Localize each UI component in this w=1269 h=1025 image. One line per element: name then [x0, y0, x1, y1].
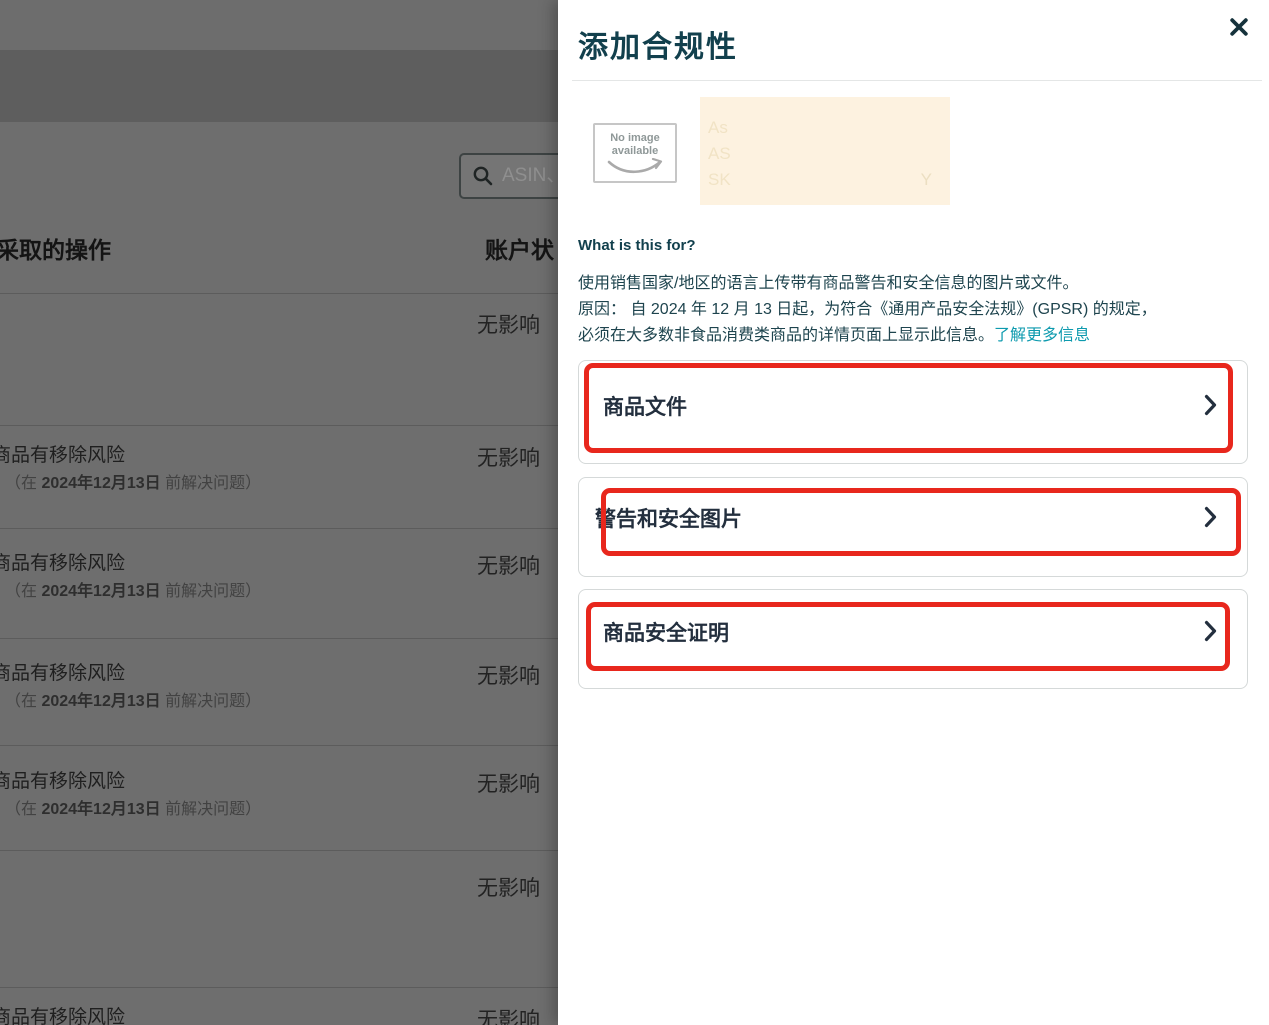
- description-line-2: 原因： 自 2024 年 12 月 13 日起，为符合《通用产品安全法规》(GP…: [578, 297, 1157, 323]
- product-thumbnail-placeholder: No image available: [593, 123, 677, 183]
- risk-title-cell: 商品有移除风险: [0, 440, 125, 467]
- risk-deadline-cell: （在 2024年12月13日 前解决问题）: [5, 469, 261, 493]
- account-impact-cell: 无影响: [477, 660, 540, 690]
- risk-sub-suffix: 前解决问题）: [161, 583, 261, 600]
- page-header-band: [0, 50, 558, 122]
- screenshot-stage: 采取的操作 账户状 无影响 商品有移除风险 （在 2024年12月13日 前解决…: [0, 0, 1269, 1025]
- account-impact-cell: 无影响: [477, 550, 540, 580]
- learn-more-link[interactable]: 了解更多信息: [994, 327, 1090, 344]
- risk-title-cell: 商品有移除风险: [0, 766, 125, 793]
- risk-sub-prefix: （在: [5, 693, 41, 710]
- description-line-3-text: 必须在大多数非食品消费类商品的详情页面上显示此信息。: [578, 327, 994, 344]
- risk-sub-prefix: （在: [5, 801, 41, 818]
- risk-sub-date: 2024年12月13日: [41, 693, 160, 710]
- option-product-documents[interactable]: 商品文件: [578, 360, 1248, 464]
- risk-sub-suffix: 前解决问题）: [161, 693, 261, 710]
- option-product-safety-certification[interactable]: 商品安全证明: [578, 589, 1248, 689]
- close-button[interactable]: [1226, 14, 1252, 40]
- title-divider: [572, 80, 1262, 81]
- risk-sub-prefix: （在: [5, 475, 41, 492]
- drawer-title: 添加合规性: [578, 22, 738, 66]
- risk-title-cell: 商品有移除风险: [0, 548, 125, 575]
- product-info-redacted: As AS SK Y: [700, 97, 950, 205]
- risk-deadline-cell: （在 2024年12月13日 前解决问题）: [5, 795, 261, 819]
- description-line-3: 必须在大多数非食品消费类商品的详情页面上显示此信息。了解更多信息: [578, 323, 1090, 349]
- account-impact-cell: 无影响: [477, 442, 540, 472]
- account-impact-cell: 无影响: [477, 1004, 540, 1025]
- row-divider: [0, 638, 558, 639]
- chevron-right-icon: [1204, 394, 1217, 416]
- account-impact-cell: 无影响: [477, 309, 540, 339]
- risk-sub-date: 2024年12月13日: [41, 583, 160, 600]
- risk-title-cell: 商品有移除风险: [0, 1002, 125, 1025]
- row-divider: [0, 425, 558, 426]
- risk-deadline-cell: （在 2024年12月13日 前解决问题）: [5, 687, 261, 711]
- chevron-right-icon: [1204, 620, 1217, 642]
- option-label: 商品安全证明: [603, 617, 729, 647]
- column-header-status: 账户状: [485, 231, 554, 265]
- option-warning-safety-images[interactable]: 警告和安全图片: [578, 477, 1248, 577]
- risk-sub-date: 2024年12月13日: [41, 801, 160, 818]
- redacted-char: Y: [921, 170, 932, 190]
- risk-sub-date: 2024年12月13日: [41, 475, 160, 492]
- redacted-line: SK: [708, 170, 731, 190]
- risk-sub-suffix: 前解决问题）: [161, 801, 261, 818]
- risk-deadline-cell: （在 2024年12月13日 前解决问题）: [5, 577, 261, 601]
- row-divider: [0, 987, 558, 988]
- row-divider: [0, 293, 558, 294]
- chevron-right-icon: [1204, 506, 1217, 528]
- risk-sub-suffix: 前解决问题）: [161, 475, 261, 492]
- row-divider: [0, 528, 558, 529]
- search-icon: [472, 165, 494, 187]
- risk-title-cell: 商品有移除风险: [0, 658, 125, 685]
- close-icon: [1229, 17, 1249, 37]
- account-impact-cell: 无影响: [477, 768, 540, 798]
- no-image-text: No image: [595, 132, 675, 145]
- redacted-line: AS: [708, 144, 731, 164]
- page-top-strip: [0, 0, 558, 50]
- redacted-line: As: [708, 118, 728, 138]
- description-line-1: 使用销售国家/地区的语言上传带有商品警告和安全信息的图片或文件。: [578, 271, 1078, 297]
- dimmed-background-page: 采取的操作 账户状 无影响 商品有移除风险 （在 2024年12月13日 前解决…: [0, 0, 558, 1025]
- section-heading: What is this for?: [578, 237, 696, 254]
- amazon-smile-icon: [604, 158, 666, 176]
- option-label: 警告和安全图片: [595, 503, 742, 533]
- row-divider: [0, 745, 558, 746]
- add-compliance-drawer: 添加合规性 No image available As AS SK Y What…: [558, 0, 1269, 1025]
- account-impact-cell: 无影响: [477, 872, 540, 902]
- risk-sub-prefix: （在: [5, 583, 41, 600]
- no-image-text: available: [595, 145, 675, 158]
- column-header-action: 采取的操作: [0, 231, 111, 265]
- option-label: 商品文件: [603, 391, 687, 421]
- row-divider: [0, 850, 558, 851]
